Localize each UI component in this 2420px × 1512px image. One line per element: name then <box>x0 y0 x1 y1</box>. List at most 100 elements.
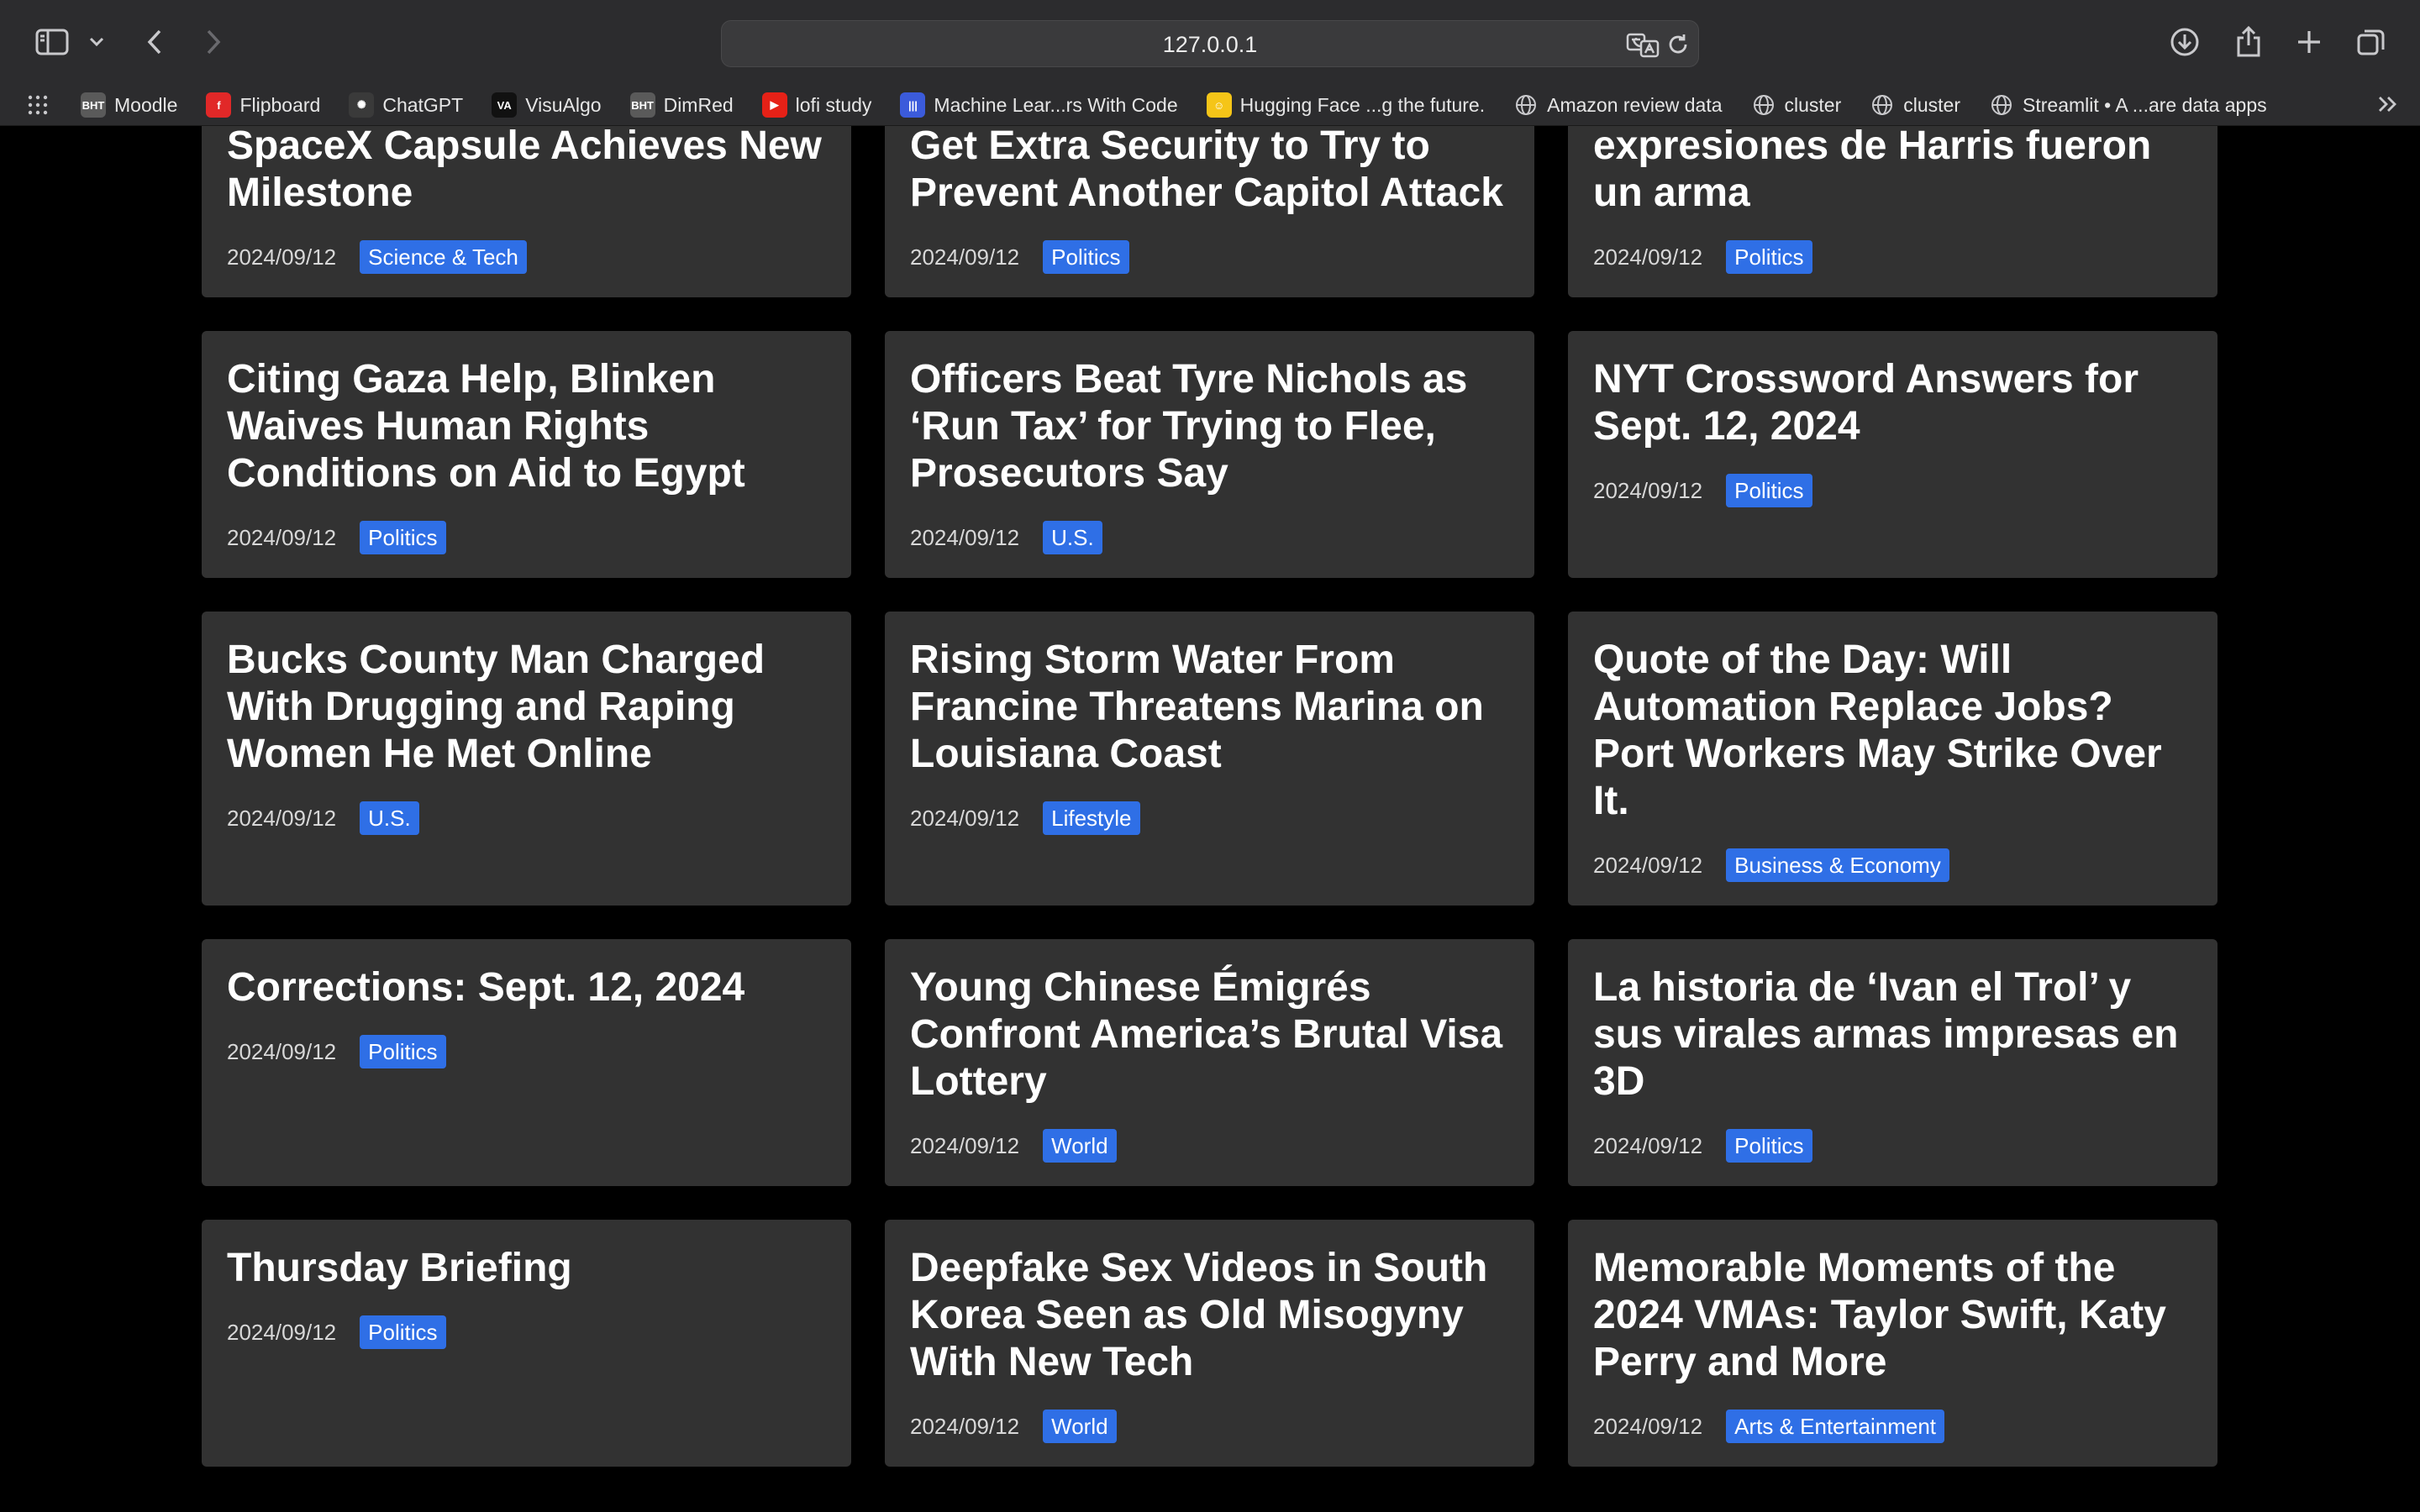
category-badge[interactable]: Politics <box>1726 1129 1812 1163</box>
article-card[interactable]: La historia de ‘Ivan el Trol’ y sus vira… <box>1568 939 2217 1186</box>
article-title[interactable]: Young Chinese Émigrés Confront America’s… <box>910 964 1509 1105</box>
article-title[interactable]: First Private Spacewalk in SpaceX Capsul… <box>227 126 826 217</box>
article-meta: 2024/09/12 Lifestyle <box>910 801 1509 835</box>
article-card[interactable]: Bucks County Man Charged With Drugging a… <box>202 612 851 906</box>
category-badge[interactable]: U.S. <box>1043 521 1102 554</box>
category-badge[interactable]: Lifestyle <box>1043 801 1140 835</box>
bookmark-label: ChatGPT <box>382 93 464 116</box>
article-meta: 2024/09/12 Politics <box>227 521 826 554</box>
bookmark-item[interactable]: BHT DimRed <box>629 84 734 126</box>
article-title[interactable]: Citing Gaza Help, Blinken Waives Human R… <box>227 356 826 497</box>
bookmark-item[interactable]: Streamlit • A ...are data apps <box>1989 84 2267 126</box>
translate-icon[interactable] <box>1626 33 1660 62</box>
bookmark-item[interactable]: ☺ Hugging Face ...g the future. <box>1206 84 1486 126</box>
article-card[interactable]: Certification of Election Will Get Extra… <box>885 126 1534 297</box>
article-card[interactable]: Thursday Briefing 2024/09/12 Politics <box>202 1220 851 1467</box>
article-title[interactable]: Bucks County Man Charged With Drugging a… <box>227 637 826 778</box>
article-meta: 2024/09/12 World <box>910 1129 1509 1163</box>
globe-icon <box>1989 92 2015 118</box>
article-card[interactable]: Officers Beat Tyre Nichols as ‘Run Tax’ … <box>885 331 1534 578</box>
article-title[interactable]: Deepfake Sex Videos in South Korea Seen … <box>910 1245 1509 1386</box>
article-card[interactable]: Citing Gaza Help, Blinken Waives Human R… <box>202 331 851 578</box>
bookmark-item[interactable]: f Flipboard <box>206 84 320 126</box>
bookmark-item[interactable]: cluster <box>1750 84 1841 126</box>
category-badge[interactable]: Politics <box>360 521 446 554</box>
article-card[interactable]: Memorable Moments of the 2024 VMAs: Tayl… <box>1568 1220 2217 1467</box>
article-title[interactable]: Officers Beat Tyre Nichols as ‘Run Tax’ … <box>910 356 1509 497</box>
article-date: 2024/09/12 <box>910 1413 1020 1439</box>
browser-chrome: 127.0.0.1 BHT Moodle f Flipboard ✺ ChatG… <box>0 0 2420 126</box>
bookmark-item[interactable]: BHT Moodle <box>81 84 177 126</box>
url-text: 127.0.0.1 <box>1162 32 1258 57</box>
bookmark-label: DimRed <box>663 93 734 116</box>
bookmark-item[interactable]: Amazon review data <box>1513 84 1723 126</box>
article-card[interactable]: Young Chinese Émigrés Confront America’s… <box>885 939 1534 1186</box>
article-date: 2024/09/12 <box>227 1038 337 1064</box>
article-grid: First Private Spacewalk in SpaceX Capsul… <box>202 126 2218 1467</box>
more-bookmarks-icon[interactable] <box>2376 92 2400 120</box>
category-badge[interactable]: U.S. <box>360 801 419 835</box>
bookmark-list: BHT Moodle f Flipboard ✺ ChatGPT VA VisuAlgo BHT… <box>81 84 2296 126</box>
article-title[interactable]: Quote of the Day: Will Automation Replac… <box>1593 637 2192 825</box>
forward-icon[interactable] <box>198 20 229 64</box>
bookmark-label: Streamlit • A ...are data apps <box>2023 93 2267 116</box>
article-meta: 2024/09/12 Politics <box>910 240 1509 274</box>
category-badge[interactable]: Politics <box>1726 240 1812 274</box>
reload-icon[interactable] <box>1666 33 1690 60</box>
article-card[interactable]: NYT Crossword Answers for Sept. 12, 2024… <box>1568 331 2217 578</box>
globe-icon <box>1750 92 1776 118</box>
article-title[interactable]: La historia de ‘Ivan el Trol’ y sus vira… <box>1593 964 2192 1105</box>
bookmark-label: Flipboard <box>239 93 321 116</box>
page-content: First Private Spacewalk in SpaceX Capsul… <box>0 126 2420 1512</box>
bookmarks-bar: BHT Moodle f Flipboard ✺ ChatGPT VA VisuAlgo BHT… <box>0 84 2420 126</box>
bookmark-item[interactable]: VA VisuAlgo <box>492 84 602 126</box>
bookmark-item[interactable]: ▶ lofi study <box>761 84 871 126</box>
browser-toolbar: 127.0.0.1 <box>0 0 2420 84</box>
article-meta: 2024/09/12 World <box>910 1410 1509 1443</box>
category-badge[interactable]: Politics <box>1726 474 1812 507</box>
apps-grid-icon[interactable] <box>27 94 49 120</box>
category-badge[interactable]: Politics <box>1043 240 1129 274</box>
article-title[interactable]: NYT Crossword Answers for Sept. 12, 2024 <box>1593 356 2192 450</box>
address-bar[interactable]: 127.0.0.1 <box>721 20 1699 67</box>
article-title[interactable]: Corrections: Sept. 12, 2024 <box>227 964 826 1011</box>
article-card[interactable]: Deepfake Sex Videos in South Korea Seen … <box>885 1220 1534 1467</box>
article-meta: 2024/09/12 U.S. <box>227 801 826 835</box>
category-badge[interactable]: World <box>1043 1129 1117 1163</box>
downloads-icon[interactable] <box>2168 20 2202 64</box>
article-title[interactable]: Memorable Moments of the 2024 VMAs: Tayl… <box>1593 1245 2192 1386</box>
sidebar-toggle-icon[interactable] <box>32 20 72 64</box>
category-badge[interactable]: Politics <box>360 1315 446 1349</box>
article-date: 2024/09/12 <box>1593 244 1703 270</box>
article-title[interactable]: Thursday Briefing <box>227 1245 826 1292</box>
article-meta: 2024/09/12 Arts & Entertainment <box>1593 1410 2192 1443</box>
article-card[interactable]: Rising Storm Water From Francine Threate… <box>885 612 1534 906</box>
bookmark-label: Hugging Face ...g the future. <box>1239 93 1486 116</box>
article-title[interactable]: Al debatir con Trump, las expresiones de… <box>1593 126 2192 217</box>
chevron-down-icon[interactable] <box>86 20 108 64</box>
new-tab-icon[interactable] <box>2292 20 2326 64</box>
globe-icon <box>1513 92 1539 118</box>
article-card[interactable]: Al debatir con Trump, las expresiones de… <box>1568 126 2217 297</box>
category-badge[interactable]: Arts & Entertainment <box>1726 1410 1945 1443</box>
article-meta: 2024/09/12 Politics <box>1593 474 2192 507</box>
category-badge[interactable]: Science & Tech <box>360 240 527 274</box>
article-title[interactable]: Rising Storm Water From Francine Threate… <box>910 637 1509 778</box>
article-date: 2024/09/12 <box>1593 1413 1703 1439</box>
article-meta: 2024/09/12 Politics <box>1593 240 2192 274</box>
article-title[interactable]: Certification of Election Will Get Extra… <box>910 126 1509 217</box>
category-badge[interactable]: Business & Economy <box>1726 848 1949 882</box>
article-card[interactable]: Quote of the Day: Will Automation Replac… <box>1568 612 2217 906</box>
bookmark-item[interactable]: cluster <box>1870 84 1960 126</box>
bookmark-item[interactable]: ||| Machine Lear...rs With Code <box>900 84 1178 126</box>
article-date: 2024/09/12 <box>1593 852 1703 878</box>
tab-overview-icon[interactable] <box>2354 20 2388 64</box>
article-card[interactable]: Corrections: Sept. 12, 2024 2024/09/12 Pol… <box>202 939 851 1186</box>
bookmark-item[interactable]: ✺ ChatGPT <box>349 84 463 126</box>
back-icon[interactable] <box>139 20 170 64</box>
chatgpt-icon: ✺ <box>349 92 375 118</box>
category-badge[interactable]: World <box>1043 1410 1117 1443</box>
share-icon[interactable] <box>2232 20 2265 64</box>
article-card[interactable]: First Private Spacewalk in SpaceX Capsul… <box>202 126 851 297</box>
category-badge[interactable]: Politics <box>360 1035 446 1068</box>
